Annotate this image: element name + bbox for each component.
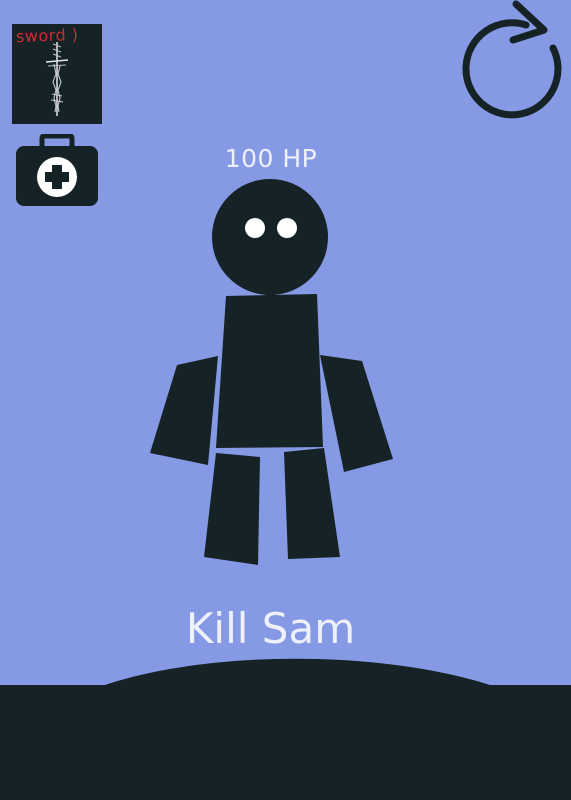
- title-text: Kill Sam: [185, 604, 356, 653]
- sword-label: sword ): [15, 24, 79, 47]
- restart-icon[interactable]: [458, 0, 570, 124]
- medkit-icon[interactable]: [14, 134, 100, 208]
- sword-inventory-slot[interactable]: sword ): [12, 24, 102, 124]
- character-right-leg: [284, 448, 340, 559]
- sam-character[interactable]: [140, 165, 400, 565]
- character-right-eye: [277, 218, 297, 238]
- character-left-arm: [150, 356, 218, 465]
- character-left-leg: [204, 453, 260, 565]
- character-torso: [216, 294, 323, 448]
- character-right-arm: [320, 355, 393, 472]
- character-left-eye: [245, 218, 265, 238]
- ground: [0, 658, 571, 800]
- character-head: [212, 179, 328, 295]
